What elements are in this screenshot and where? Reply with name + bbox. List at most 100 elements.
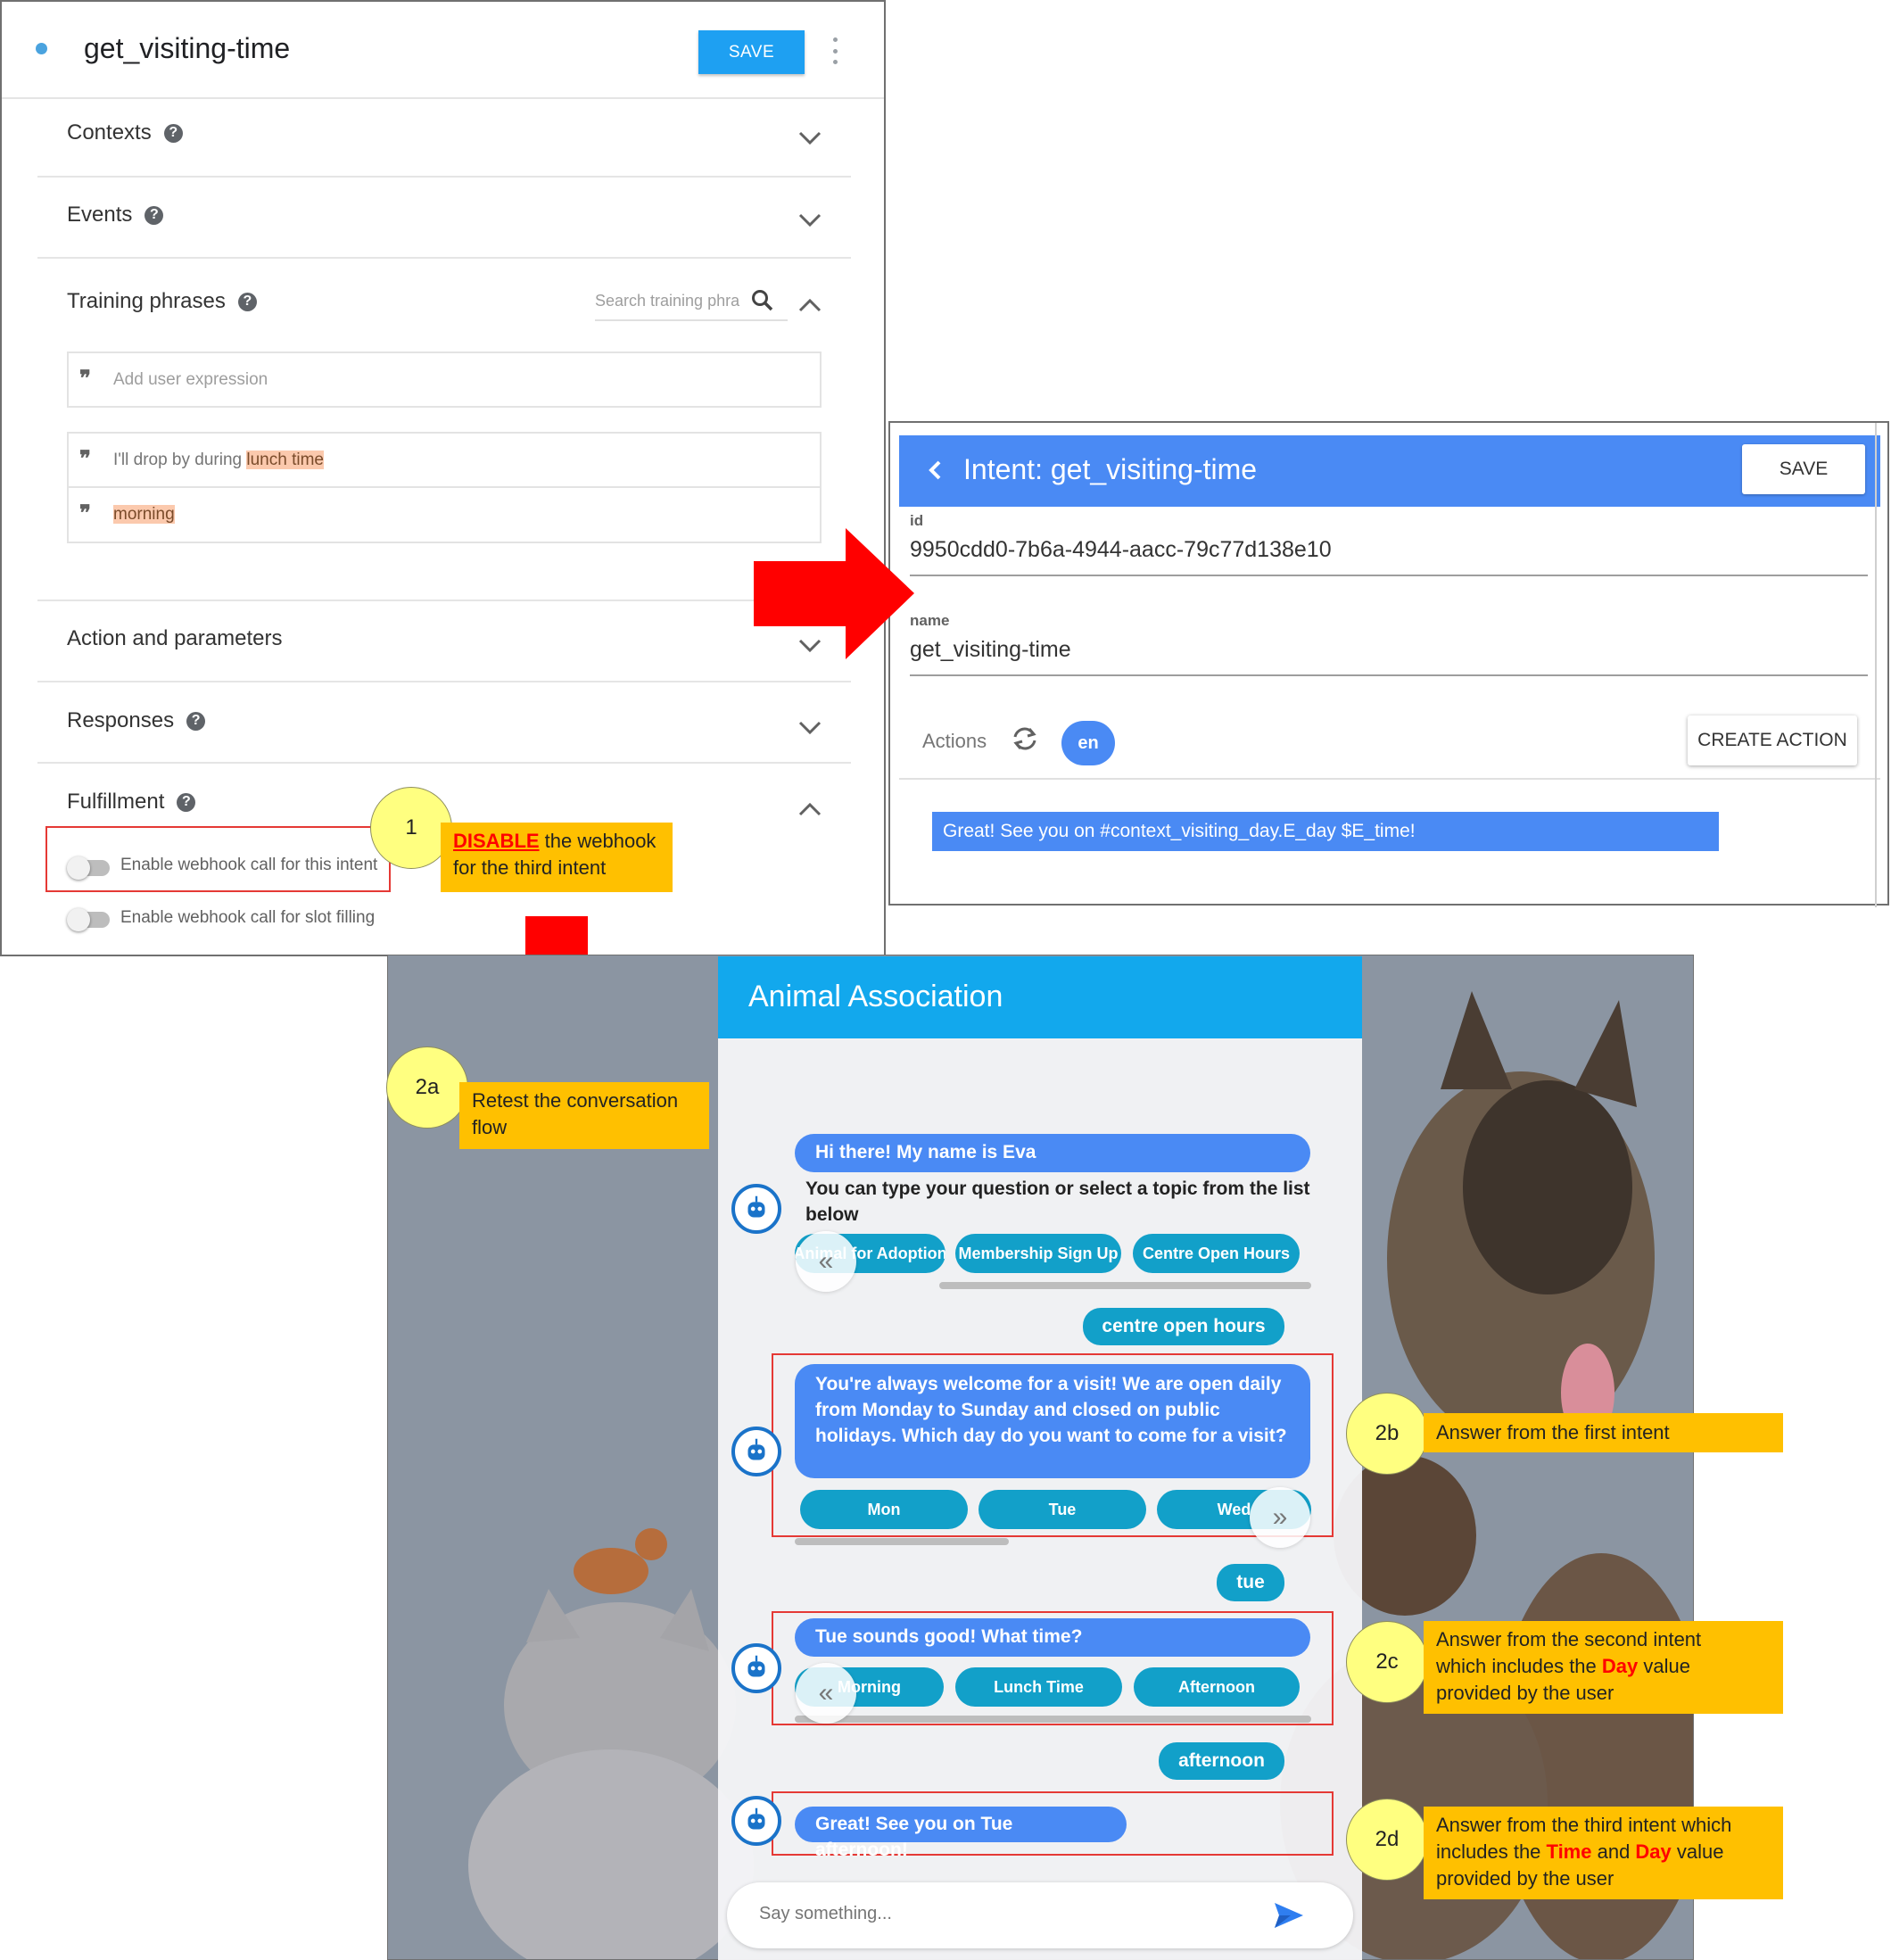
section-responses[interactable]: Responses ?: [67, 708, 206, 733]
bot-instruction: You can type your question or select a t…: [805, 1178, 1310, 1225]
chip-scrollbar[interactable]: [795, 1538, 1009, 1545]
user-message: afternoon: [1159, 1742, 1284, 1780]
callout-text: Answer from the third intent which: [1436, 1814, 1732, 1836]
section-label: Training phrases: [67, 289, 226, 313]
search-icon[interactable]: [751, 289, 774, 312]
help-icon[interactable]: ?: [237, 292, 257, 311]
scroll-right-button[interactable]: »: [1250, 1487, 1310, 1548]
time-chip[interactable]: Lunch Time: [955, 1667, 1122, 1707]
message-input[interactable]: Say something...: [759, 1904, 892, 1924]
callout-text: value: [1671, 1840, 1724, 1863]
callout-highlight: Time: [1546, 1840, 1592, 1863]
bot-avatar-icon: [731, 1796, 781, 1846]
scroll-left-button[interactable]: «: [796, 1663, 856, 1724]
topic-chip[interactable]: Membership Sign Up: [955, 1234, 1121, 1273]
add-expression-placeholder: Add user expression: [113, 370, 268, 389]
webhook-slot-toggle[interactable]: [67, 906, 120, 933]
panel-scroll-edge: [1875, 423, 1877, 907]
topic-chip[interactable]: Centre Open Hours: [1133, 1234, 1300, 1273]
more-options-icon[interactable]: [831, 37, 838, 64]
highlight-box: [45, 826, 391, 892]
callout-note: Answer from the third intent which inclu…: [1424, 1807, 1783, 1899]
field-underline: [910, 674, 1868, 676]
bot-avatar-icon: [731, 1184, 781, 1234]
name-label: name: [910, 612, 950, 629]
intent-header: Intent: get_visiting-time SAVE: [899, 435, 1880, 507]
section-contexts[interactable]: Contexts ?: [67, 120, 183, 145]
id-label: id: [910, 512, 924, 529]
callout-highlight: Day: [1635, 1840, 1672, 1863]
callout-highlight: DISABLE: [453, 830, 540, 852]
divider: [2, 97, 884, 99]
help-icon[interactable]: ?: [186, 711, 206, 731]
callout-highlight: Day: [1601, 1655, 1639, 1677]
bot-message: Great! See you on Tue afternoon!: [795, 1807, 1127, 1860]
webhook-slot-label: Enable webhook call for slot filling: [120, 908, 376, 927]
create-action-button[interactable]: CREATE ACTION: [1688, 715, 1857, 765]
chevron-up-icon[interactable]: [798, 802, 822, 822]
section-fulfillment[interactable]: Fulfillment ?: [67, 790, 196, 815]
bot-message: Hi there! My name is Eva: [795, 1134, 1310, 1172]
chevron-down-icon[interactable]: [798, 131, 822, 151]
divider: [37, 600, 851, 601]
add-expression-field[interactable]: ❞ Add user expression: [67, 351, 822, 408]
entity-annotation[interactable]: morning: [113, 505, 175, 524]
save-button[interactable]: SAVE: [1742, 444, 1865, 494]
quote-icon: ❞: [79, 448, 91, 471]
chip-scrollbar[interactable]: [795, 1716, 1311, 1723]
chip-scrollbar[interactable]: [939, 1282, 1311, 1289]
right-arrow-icon: [754, 528, 914, 659]
section-training-phrases[interactable]: Training phrases ?: [67, 289, 257, 314]
bot-message: You're always welcome for a visit! We ar…: [795, 1364, 1310, 1478]
name-field[interactable]: get_visiting-time: [910, 637, 1071, 663]
refresh-icon[interactable]: [1010, 724, 1040, 753]
day-chip[interactable]: Tue: [979, 1490, 1146, 1529]
message-input-bar[interactable]: Say something...: [727, 1882, 1353, 1948]
callout-text: provided by the user: [1436, 1682, 1614, 1704]
back-arrow-icon[interactable]: [924, 457, 947, 484]
entity-annotation[interactable]: lunch time: [246, 451, 324, 469]
training-phrase-list: ❞ I'll drop by during lunch time ❞ morni…: [67, 432, 822, 543]
user-message: centre open hours: [1083, 1308, 1284, 1345]
save-button[interactable]: SAVE: [698, 30, 805, 74]
quote-icon: ❞: [79, 368, 91, 391]
send-icon[interactable]: [1273, 1900, 1305, 1931]
callout-text: value: [1638, 1655, 1690, 1677]
chat-header: Animal Association: [718, 956, 1362, 1038]
language-chip[interactable]: en: [1061, 721, 1115, 765]
section-label: Fulfillment: [67, 790, 165, 814]
callout-text: includes the: [1436, 1840, 1547, 1863]
help-icon[interactable]: ?: [177, 792, 196, 812]
training-phrase-row[interactable]: ❞ I'll drop by during lunch time: [69, 434, 820, 488]
callout-number: 2d: [1346, 1799, 1428, 1881]
day-chip[interactable]: Mon: [800, 1490, 968, 1529]
id-field[interactable]: 9950cdd0-7b6a-4944-aacc-79c77d138e10: [910, 537, 1332, 563]
section-action-parameters[interactable]: Action and parameters: [67, 626, 282, 651]
intent-header-title: Intent: get_visiting-time: [963, 453, 1258, 485]
response-text[interactable]: Great! See you on #context_visiting_day.…: [932, 812, 1719, 851]
divider: [37, 176, 851, 178]
chevron-up-icon[interactable]: [798, 298, 822, 318]
help-icon[interactable]: ?: [145, 205, 164, 225]
section-label: Contexts: [67, 120, 152, 145]
callout-text: which includes the: [1436, 1655, 1602, 1677]
chevron-down-icon[interactable]: [798, 721, 822, 740]
callout-text: and: [1591, 1840, 1636, 1863]
time-chip[interactable]: Afternoon: [1134, 1667, 1300, 1707]
section-events[interactable]: Events ?: [67, 203, 164, 227]
callout-note: Answer from the first intent: [1424, 1413, 1783, 1452]
scroll-left-button[interactable]: «: [796, 1231, 856, 1292]
phrase-text: I'll drop by during: [113, 451, 247, 469]
chat-title: Animal Association: [748, 980, 1003, 1013]
search-training-input[interactable]: Search training phra: [595, 292, 739, 310]
help-icon[interactable]: ?: [163, 123, 183, 143]
divider: [37, 681, 851, 682]
training-phrase-row[interactable]: ❞ morning: [69, 488, 820, 542]
chevron-down-icon[interactable]: [798, 213, 822, 233]
intent-title[interactable]: get_visiting-time: [84, 32, 290, 65]
field-underline: [910, 575, 1868, 576]
callout-note: Retest the conversation flow: [459, 1082, 709, 1149]
callout-text: provided by the user: [1436, 1867, 1614, 1890]
section-label: Responses: [67, 708, 175, 732]
bot-avatar-icon: [731, 1427, 781, 1476]
